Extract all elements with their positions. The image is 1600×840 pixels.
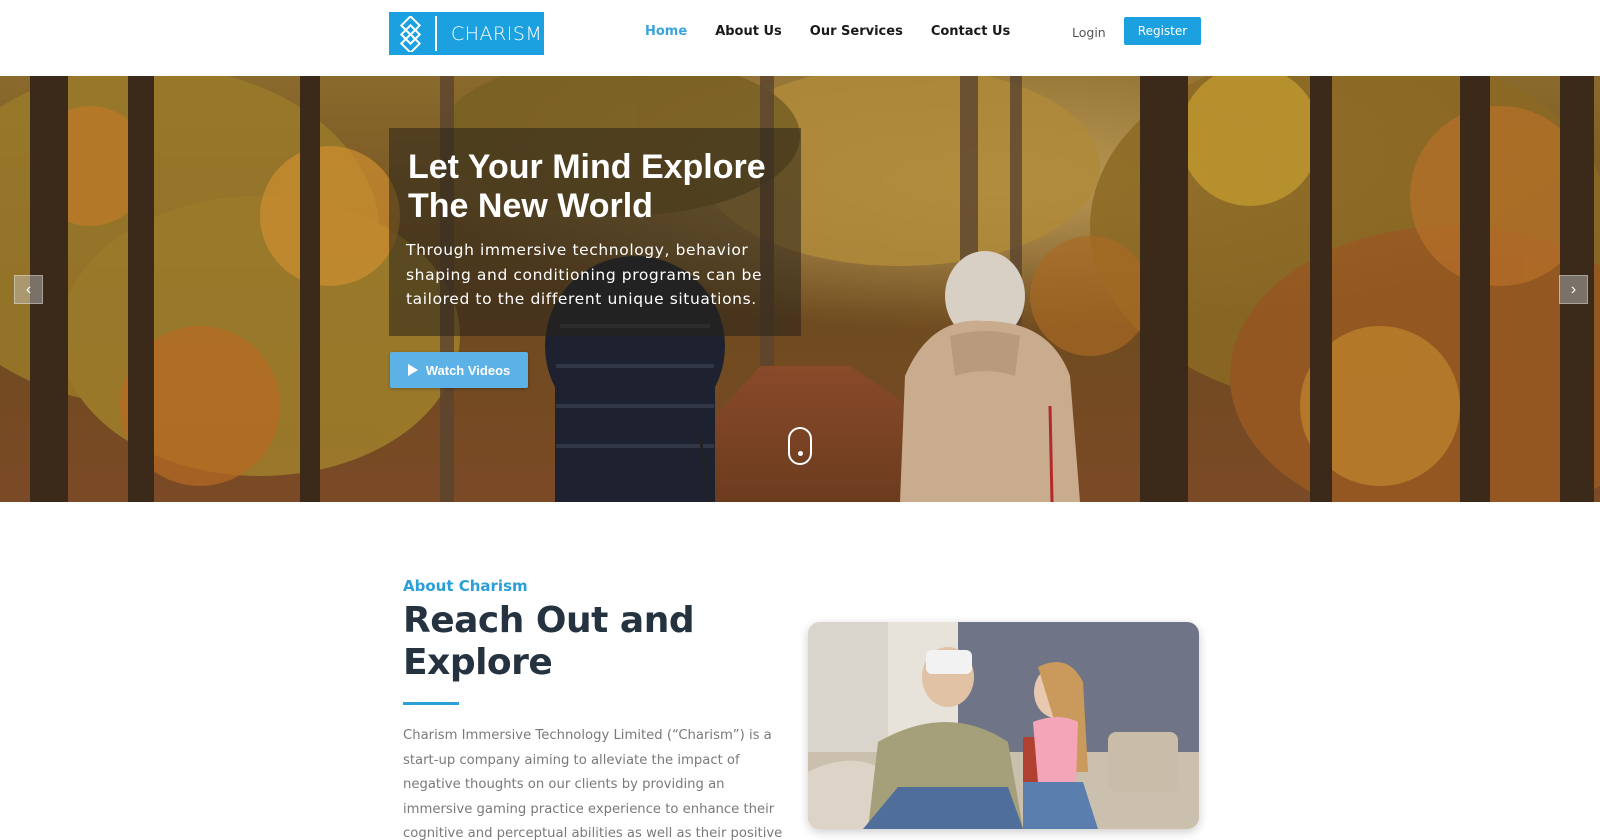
chevron-left-icon: ‹ xyxy=(25,280,32,298)
hero-subtitle: Through immersive technology, behavior s… xyxy=(406,241,763,308)
play-icon xyxy=(407,364,418,376)
watch-videos-button[interactable]: Watch Videos xyxy=(390,352,528,388)
scroll-dot xyxy=(798,451,803,456)
login-link[interactable]: Login xyxy=(1072,25,1106,40)
hero-text-panel: Let Your Mind Explore The New World Thro… xyxy=(389,128,801,336)
register-button[interactable]: Register xyxy=(1124,17,1201,45)
brand-name: CHARISM xyxy=(451,22,543,45)
nav-item-contact-us[interactable]: Contact Us xyxy=(931,24,1010,39)
logo-divider xyxy=(435,16,437,51)
slider-next-button[interactable]: › xyxy=(1559,275,1588,304)
about-body-text: Charism Immersive Technology Limited (“C… xyxy=(403,728,783,840)
about-title: Reach Out and Explore xyxy=(403,600,695,683)
nav-item-about-us[interactable]: About Us xyxy=(715,24,782,39)
hero-title: Let Your Mind Explore The New World xyxy=(408,148,766,225)
title-underline xyxy=(403,702,459,705)
hero-slider: Let Your Mind Explore The New World Thro… xyxy=(0,76,1600,502)
about-eyebrow: About Charism xyxy=(403,577,528,595)
main-nav: Home About Us Our Services Contact Us xyxy=(645,24,1010,39)
slider-prev-button[interactable]: ‹ xyxy=(14,275,43,304)
site-header: CHARISM Home About Us Our Services Conta… xyxy=(0,0,1600,76)
vr-headset-photo xyxy=(808,622,1199,829)
nav-item-home[interactable]: Home xyxy=(645,24,687,39)
mouse-scroll-icon[interactable] xyxy=(788,427,812,465)
logo-diamond-icon xyxy=(389,12,433,55)
watch-videos-label: Watch Videos xyxy=(425,362,511,378)
nav-item-our-services[interactable]: Our Services xyxy=(810,24,903,39)
brand-logo[interactable]: CHARISM xyxy=(389,12,544,55)
chevron-right-icon: › xyxy=(1570,280,1577,298)
